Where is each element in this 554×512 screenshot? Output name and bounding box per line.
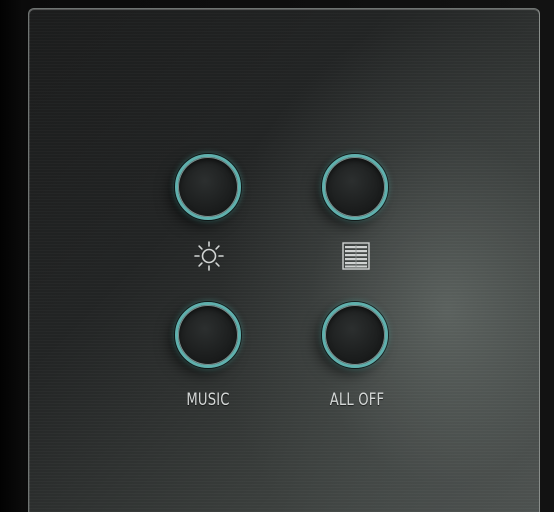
blinds-button[interactable] — [322, 154, 388, 220]
lights-button[interactable] — [175, 154, 241, 220]
screen: MUSIC ALL OFF — [0, 0, 554, 512]
music-label: MUSIC — [186, 390, 230, 410]
blinds-icon — [342, 242, 370, 270]
sun-icon — [194, 241, 224, 271]
touch-switch-panel — [28, 8, 540, 512]
music-button[interactable] — [175, 302, 241, 368]
all-off-label: ALL OFF — [329, 390, 385, 410]
all-off-button[interactable] — [322, 302, 388, 368]
